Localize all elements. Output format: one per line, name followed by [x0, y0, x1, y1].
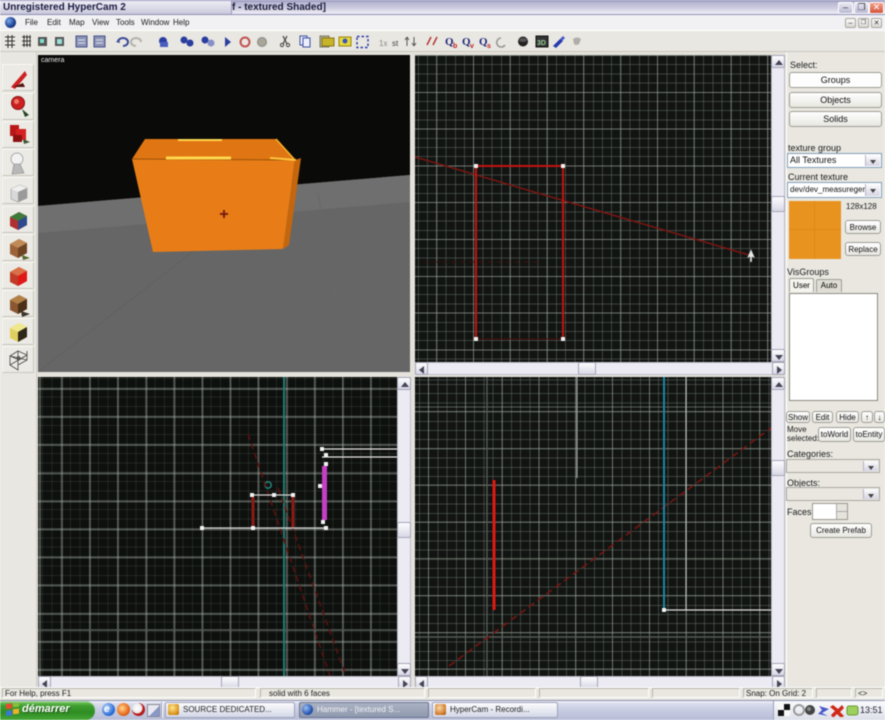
svg-text:v: v: [470, 43, 474, 50]
svg-text:1x: 1x: [379, 39, 387, 48]
svg-text:st: st: [392, 39, 399, 48]
svg-text:3D: 3D: [537, 40, 546, 47]
svg-text:s: s: [487, 43, 491, 50]
svg-text:b: b: [453, 43, 457, 50]
